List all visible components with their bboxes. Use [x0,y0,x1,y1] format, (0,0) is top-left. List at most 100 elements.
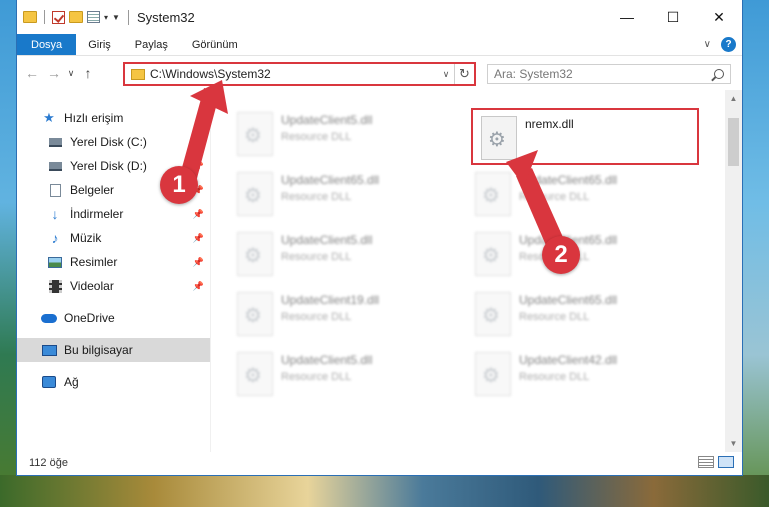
sidebar-item-network[interactable]: Ağ [17,370,210,394]
tab-share[interactable]: Paylaş [123,34,180,55]
scroll-down-icon[interactable]: ▼ [725,435,742,452]
pin-icon[interactable]: 📌 [193,233,204,244]
file-name: UpdateClient42.dll [519,353,618,367]
customize-toolbar-icon[interactable]: ▼ [112,13,120,22]
file-name: UpdateClient65.dll [519,173,618,187]
title-bar: ▾ ▼ System32 — ☐ ✕ [17,0,742,34]
refresh-icon[interactable]: ↻ [454,64,474,84]
list-item[interactable]: UpdateClient5.dll Resource DLL [233,348,443,400]
dll-file-icon [475,172,511,216]
list-item[interactable]: UpdateClient65.dll Resource DLL [471,288,681,340]
up-arrow-icon[interactable]: ↑ [77,65,99,81]
scroll-up-icon[interactable]: ▲ [725,90,742,107]
window-controls: — ☐ ✕ [604,0,742,34]
sidebar-item-label: Müzik [70,231,102,245]
network-icon [41,375,57,389]
expand-ribbon-icon[interactable]: ∨ [704,39,711,50]
file-type: Resource DLL [281,371,352,383]
search-placeholder[interactable]: Ara: System32 [494,67,714,81]
music-icon: ♪ [51,230,59,246]
maximize-button[interactable]: ☐ [650,0,696,34]
scrollbar-thumb[interactable] [728,118,739,166]
sidebar-item-quick-access[interactable]: ★ Hızlı erişim [17,106,210,130]
help-icon[interactable]: ? [721,37,736,52]
navigation-pane: ★ Hızlı erişim Yerel Disk (C:) 📌 Yerel D… [17,90,211,452]
file-name: UpdateClient5.dll [281,113,373,127]
sidebar-item-label: OneDrive [64,311,115,325]
file-type: Resource DLL [519,191,590,203]
main-content: ★ Hızlı erişim Yerel Disk (C:) 📌 Yerel D… [17,90,742,452]
dll-file-icon [237,112,273,156]
sidebar-item-label: Yerel Disk (C:) [70,135,147,149]
desktop-background-left [0,0,16,507]
sidebar-item-videos[interactable]: Videolar 📌 [17,274,210,298]
sidebar-item-label: Yerel Disk (D:) [70,159,147,173]
sidebar-item-local-disk-c[interactable]: Yerel Disk (C:) 📌 [17,130,210,154]
pin-icon[interactable]: 📌 [193,209,204,220]
sidebar-item-pictures[interactable]: Resimler 📌 [17,250,210,274]
tab-view[interactable]: Görünüm [180,34,250,55]
ribbon-tabs: Dosya Giriş Paylaş Görünüm ∨ ? [17,34,742,56]
list-item[interactable]: UpdateClient65.dll Resource DLL [233,168,443,220]
cloud-icon [41,311,57,325]
forward-arrow-icon[interactable]: → [43,65,65,81]
disk-icon [47,135,63,149]
address-row: ← → ∨ ↑ C:\Windows\System32 ∨ ↻ Ara: Sys… [17,56,742,90]
file-explorer-window: ▾ ▼ System32 — ☐ ✕ Dosya Giriş Paylaş Gö… [16,0,743,476]
sidebar-item-label: Bu bilgisayar [64,343,133,357]
file-type: Resource DLL [281,191,352,203]
sidebar-item-music[interactable]: ♪ Müzik 📌 [17,226,210,250]
details-view-icon[interactable] [698,456,714,468]
tab-home[interactable]: Giriş [76,34,123,55]
chevron-down-icon[interactable]: ▾ [104,13,108,22]
list-item[interactable]: UpdateClient5.dll Resource DLL [233,108,443,160]
picture-icon [47,255,63,269]
search-icon[interactable] [714,69,724,79]
chevron-down-icon[interactable]: ∨ [438,69,454,80]
dll-file-icon [237,352,273,396]
large-icons-view-icon[interactable] [718,456,734,468]
dll-file-icon [237,172,273,216]
list-item[interactable]: UpdateClient42.dll Resource DLL [471,348,681,400]
pin-icon[interactable]: 📌 [193,161,204,172]
address-path[interactable]: C:\Windows\System32 [150,67,438,81]
sidebar-item-label: Videolar [70,279,114,293]
sidebar-item-label: Belgeler [70,183,115,197]
sidebar-item-this-pc[interactable]: Bu bilgisayar [17,338,210,362]
step-1-badge: 1 [160,166,198,204]
pin-icon[interactable]: 📌 [193,137,204,148]
dll-file-icon [481,116,517,160]
item-count: 112 öğe [29,457,68,469]
file-type: Resource DLL [519,311,590,323]
pin-icon[interactable]: 📌 [193,281,204,292]
file-name: UpdateClient65.dll [281,173,380,187]
folder-icon [131,68,145,80]
sidebar-item-label: Hızlı erişim [64,111,124,125]
vertical-scrollbar[interactable]: ▲ ▼ [725,90,742,452]
close-button[interactable]: ✕ [696,0,742,34]
desktop-background-right [743,0,769,507]
recent-locations-icon[interactable]: ∨ [65,68,77,79]
list-item[interactable]: UpdateClient5.dll Resource DLL [233,228,443,280]
minimize-button[interactable]: — [604,0,650,34]
step-2-badge: 2 [542,236,580,274]
properties-check-icon[interactable] [52,10,65,24]
properties-icon[interactable] [87,11,100,23]
search-input[interactable]: Ara: System32 [487,64,731,84]
list-item-nremx-dll[interactable]: nremx.dll [477,112,687,164]
computer-icon [41,343,57,357]
tab-file[interactable]: Dosya [17,34,77,55]
sidebar-item-onedrive[interactable]: OneDrive [17,306,210,330]
new-folder-icon[interactable] [69,11,83,23]
pin-icon[interactable]: 📌 [193,257,204,268]
list-item[interactable]: UpdateClient19.dll Resource DLL [233,288,443,340]
dll-file-icon [475,292,511,336]
address-bar[interactable]: C:\Windows\System32 ∨ ↻ [123,62,476,86]
list-item[interactable]: UpdateClient65.dll Resource DLL [471,168,681,220]
highlighted-file-frame: nremx.dll [471,108,699,165]
sidebar-item-downloads[interactable]: ↓ İndirmeler 📌 [17,202,210,226]
dll-file-icon [475,232,511,276]
back-arrow-icon[interactable]: ← [21,65,43,81]
